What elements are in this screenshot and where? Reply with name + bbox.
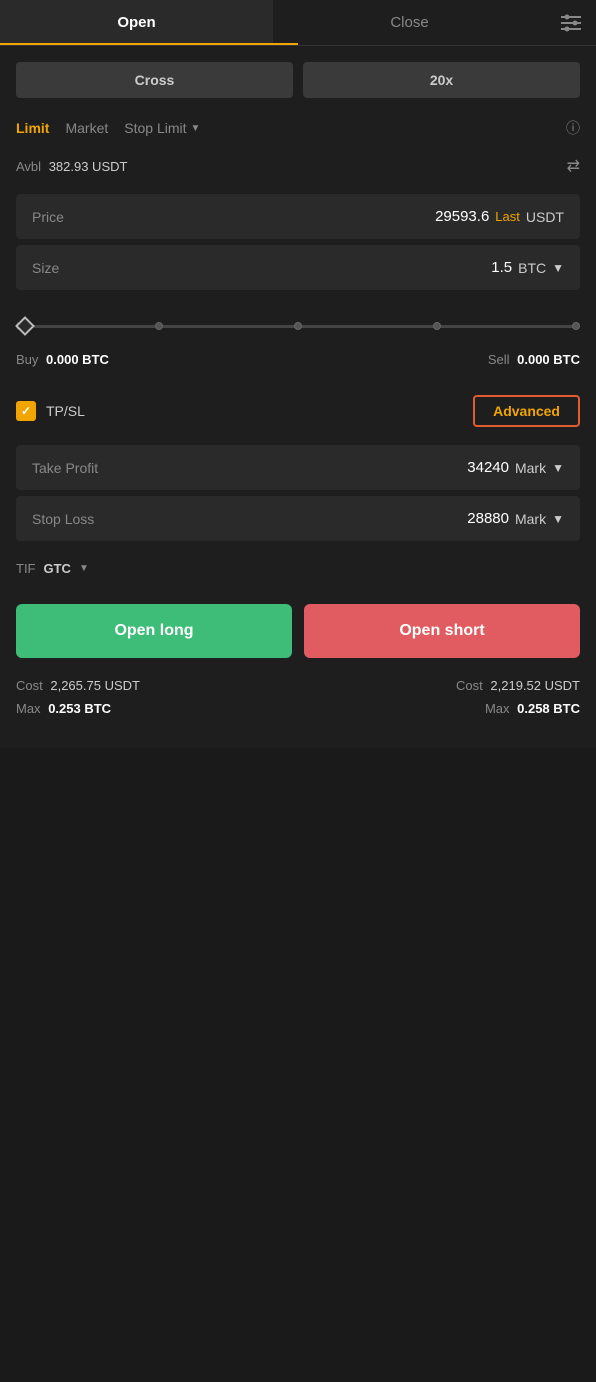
size-dropdown-icon[interactable]: ▼ [552, 261, 564, 275]
sell-info: Sell 0.000 BTC [488, 352, 580, 367]
order-type-stop-limit[interactable]: Stop Limit ▼ [124, 120, 200, 136]
size-right: 1.5 BTC ▼ [491, 259, 564, 276]
take-profit-label: Take Profit [32, 460, 98, 476]
take-profit-value: 34240 [467, 459, 509, 476]
take-profit-dropdown-icon[interactable]: ▼ [552, 461, 564, 475]
stop-loss-dropdown-icon[interactable]: ▼ [552, 512, 564, 526]
stop-loss-field[interactable]: Stop Loss 28880 Mark ▼ [16, 496, 580, 541]
slider-track[interactable] [16, 316, 580, 336]
long-max: Max 0.253 BTC [16, 701, 111, 716]
size-value: 1.5 [491, 259, 512, 276]
tab-open[interactable]: Open [0, 0, 273, 45]
tpsl-left: ✓ TP/SL [16, 401, 85, 421]
action-buttons-row: Open long Open short [0, 596, 596, 674]
info-icon[interactable]: ⓘ [566, 118, 580, 138]
settings-icon[interactable] [546, 0, 596, 45]
tif-dropdown-icon[interactable]: ▼ [79, 563, 89, 574]
order-type-limit[interactable]: Limit [16, 120, 49, 136]
price-label: Price [32, 209, 64, 225]
price-right: 29593.6 Last USDT [435, 208, 564, 225]
trading-panel: Open Close Cross 20x Limit Market Stop L… [0, 0, 596, 748]
avbl-value: 382.93 USDT [49, 159, 128, 174]
tpsl-checkbox[interactable]: ✓ [16, 401, 36, 421]
size-label: Size [32, 260, 59, 276]
buy-sell-row: Buy 0.000 BTC Sell 0.000 BTC [0, 344, 596, 383]
stop-loss-value: 28880 [467, 510, 509, 527]
transfer-icon[interactable]: ⇄ [567, 156, 580, 176]
buy-info: Buy 0.000 BTC [16, 352, 109, 367]
price-field[interactable]: Price 29593.6 Last USDT [16, 194, 580, 239]
stop-limit-arrow-icon: ▼ [191, 123, 201, 134]
slider-dot-25 [155, 322, 163, 330]
long-cost: Cost 2,265.75 USDT [16, 678, 140, 693]
tif-row: TIF GTC ▼ [0, 547, 596, 596]
leverage-button[interactable]: 20x [303, 62, 580, 98]
open-long-button[interactable]: Open long [16, 604, 292, 658]
slider-thumb[interactable] [15, 316, 35, 336]
order-type-row: Limit Market Stop Limit ▼ ⓘ [0, 98, 596, 146]
max-row: Max 0.253 BTC Max 0.258 BTC [0, 697, 596, 724]
short-max: Max 0.258 BTC [485, 701, 580, 716]
size-field[interactable]: Size 1.5 BTC ▼ [16, 245, 580, 290]
tab-close[interactable]: Close [273, 0, 546, 45]
tpsl-label: TP/SL [46, 403, 85, 419]
open-short-button[interactable]: Open short [304, 604, 580, 658]
price-currency: USDT [526, 209, 564, 225]
slider-background [16, 325, 580, 328]
price-tag: Last [495, 209, 520, 224]
cost-row: Cost 2,265.75 USDT Cost 2,219.52 USDT [0, 674, 596, 697]
tab-bar: Open Close [0, 0, 596, 46]
tif-value[interactable]: GTC [44, 561, 71, 576]
avbl-label: Avbl 382.93 USDT [16, 159, 127, 174]
stop-loss-mode: Mark [515, 511, 546, 527]
slider-dot-50 [294, 322, 302, 330]
take-profit-mode: Mark [515, 460, 546, 476]
short-cost: Cost 2,219.52 USDT [456, 678, 580, 693]
slider-dot-75 [433, 322, 441, 330]
take-profit-right: 34240 Mark ▼ [467, 459, 564, 476]
available-balance-row: Avbl 382.93 USDT ⇄ [0, 146, 596, 188]
tif-label: TIF [16, 561, 36, 576]
price-value: 29593.6 [435, 208, 489, 225]
slider-dot-100 [572, 322, 580, 330]
cross-button[interactable]: Cross [16, 62, 293, 98]
margin-leverage-row: Cross 20x [0, 46, 596, 98]
advanced-button[interactable]: Advanced [473, 395, 580, 427]
order-type-market[interactable]: Market [65, 120, 108, 136]
take-profit-field[interactable]: Take Profit 34240 Mark ▼ [16, 445, 580, 490]
slider-markers [16, 322, 580, 330]
stop-loss-right: 28880 Mark ▼ [467, 510, 564, 527]
checkbox-check-icon: ✓ [21, 404, 31, 418]
tpsl-row: ✓ TP/SL Advanced [0, 383, 596, 439]
slider-container [0, 296, 596, 344]
size-currency: BTC [518, 260, 546, 276]
stop-loss-label: Stop Loss [32, 511, 94, 527]
